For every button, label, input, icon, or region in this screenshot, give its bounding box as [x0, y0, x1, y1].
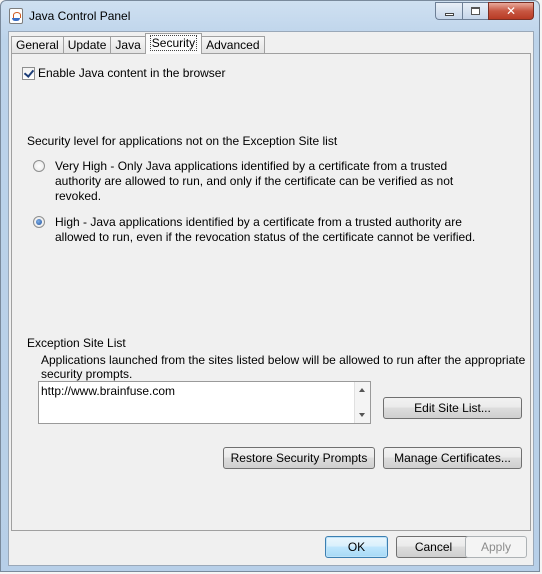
tab-advanced[interactable]: Advanced — [201, 36, 265, 54]
title-bar[interactable]: Java Control Panel ✕ — [1, 1, 539, 31]
security-panel: Enable Java content in the browser Secur… — [11, 53, 531, 531]
scroll-down-icon[interactable] — [359, 413, 365, 417]
exception-site-list-heading: Exception Site List — [27, 336, 126, 350]
minimize-icon — [444, 12, 454, 16]
tab-general[interactable]: General — [11, 36, 64, 54]
exception-site-list[interactable]: http://www.brainfuse.com — [38, 381, 371, 424]
tab-java[interactable]: Java — [110, 36, 146, 54]
enable-java-row[interactable]: Enable Java content in the browser — [22, 66, 225, 80]
tab-security[interactable]: Security — [144, 33, 203, 54]
enable-java-checkbox[interactable] — [22, 66, 35, 80]
exception-site-list-description: Applications launched from the sites lis… — [41, 353, 526, 381]
edit-site-list-button[interactable]: Edit Site List... — [383, 397, 522, 419]
maximize-button[interactable] — [462, 2, 488, 20]
manage-certificates-button[interactable]: Manage Certificates... — [383, 447, 522, 469]
apply-button[interactable]: Apply — [465, 536, 527, 558]
tab-update[interactable]: Update — [62, 36, 112, 54]
window-title: Java Control Panel — [29, 9, 131, 23]
high-radio[interactable] — [33, 216, 45, 228]
close-button[interactable]: ✕ — [488, 2, 534, 20]
very-high-label: Very High - Only Java applications ident… — [55, 159, 454, 203]
high-option[interactable]: High - Java applications identified by a… — [33, 215, 487, 245]
tab-strip: General Update Java Security Advanced — [11, 33, 265, 54]
high-label: High - Java applications identified by a… — [55, 215, 476, 244]
enable-java-label: Enable Java content in the browser — [38, 66, 226, 80]
maximize-icon — [471, 7, 480, 15]
java-icon — [9, 8, 23, 24]
site-list-scrollbar[interactable] — [354, 382, 370, 423]
cancel-button[interactable]: Cancel — [396, 536, 471, 558]
security-level-heading: Security level for applications not on t… — [27, 134, 338, 148]
very-high-option[interactable]: Very High - Only Java applications ident… — [33, 159, 487, 204]
restore-security-prompts-button[interactable]: Restore Security Prompts — [223, 447, 375, 469]
caption-buttons: ✕ — [435, 2, 534, 20]
close-icon: ✕ — [505, 4, 517, 18]
ok-button[interactable]: OK — [325, 536, 388, 558]
tab-security-label: Security — [149, 35, 198, 51]
dialog-client-area: General Update Java Security Advanced En… — [8, 31, 534, 566]
java-control-panel-window: Java Control Panel ✕ General Update Java… — [0, 0, 540, 572]
list-item[interactable]: http://www.brainfuse.com — [41, 384, 175, 398]
very-high-radio[interactable] — [33, 160, 45, 172]
scroll-up-icon[interactable] — [359, 388, 365, 392]
minimize-button[interactable] — [435, 2, 462, 20]
